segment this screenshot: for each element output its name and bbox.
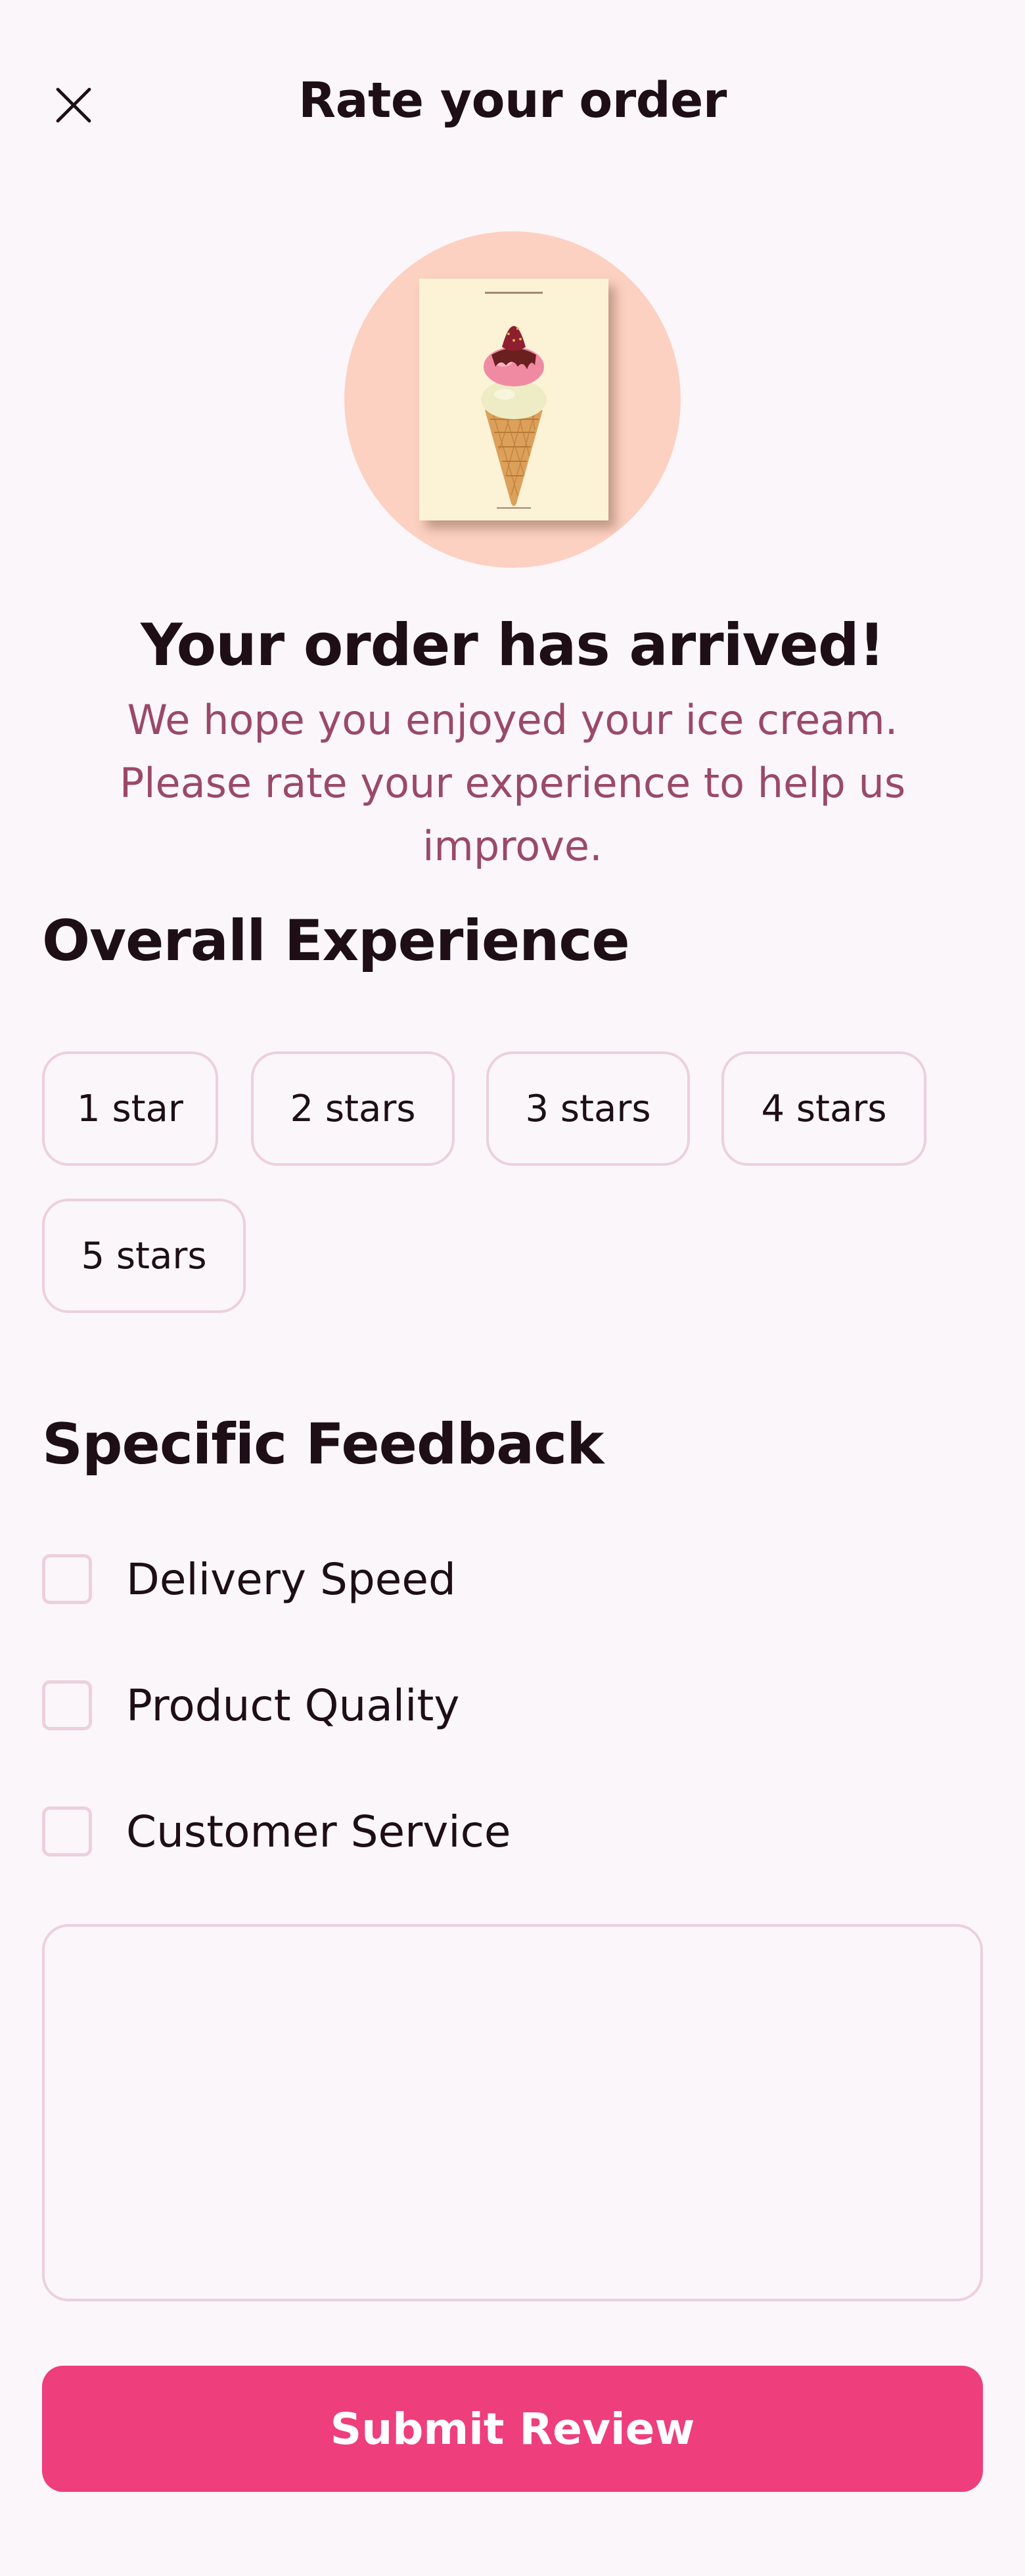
page-title: Rate your order (298, 72, 727, 129)
rating-chip-5-stars[interactable]: 5 stars (42, 1199, 246, 1313)
rating-chip-3-stars[interactable]: 3 stars (486, 1051, 690, 1166)
feedback-option-delivery-speed[interactable]: Delivery Speed (42, 1550, 456, 1609)
rate-order-screen: Rate your order Your order has arrived! … (0, 0, 1025, 2576)
ice-cream-cone-illustration (481, 292, 547, 509)
rating-chip-2-stars[interactable]: 2 stars (251, 1051, 455, 1166)
rating-chip-4-stars[interactable]: 4 stars (721, 1051, 926, 1166)
submit-review-button[interactable]: Submit Review (42, 2366, 983, 2492)
rating-chip-1-star[interactable]: 1 star (42, 1051, 218, 1166)
customer-service-checkbox[interactable] (42, 1806, 92, 1856)
delivery-speed-checkbox[interactable] (42, 1554, 92, 1604)
overall-experience-title: Overall Experience (42, 908, 630, 974)
arrival-title: Your order has arrived! (141, 611, 885, 679)
hero-image (344, 231, 681, 568)
arrival-subtitle: We hope you enjoyed your ice cream. Plea… (119, 696, 906, 870)
product-quality-checkbox[interactable] (42, 1680, 92, 1730)
feedback-option-product-quality[interactable]: Product Quality (42, 1676, 459, 1735)
feedback-option-customer-service[interactable]: Customer Service (42, 1802, 511, 1861)
specific-feedback-title: Specific Feedback (42, 1412, 604, 1477)
customer-service-label: Customer Service (126, 1806, 511, 1857)
ice-cream-poster-image (419, 279, 608, 520)
product-quality-label: Product Quality (126, 1680, 460, 1731)
delivery-speed-label: Delivery Speed (126, 1553, 456, 1605)
feedback-comment-textarea[interactable] (42, 1924, 983, 2301)
